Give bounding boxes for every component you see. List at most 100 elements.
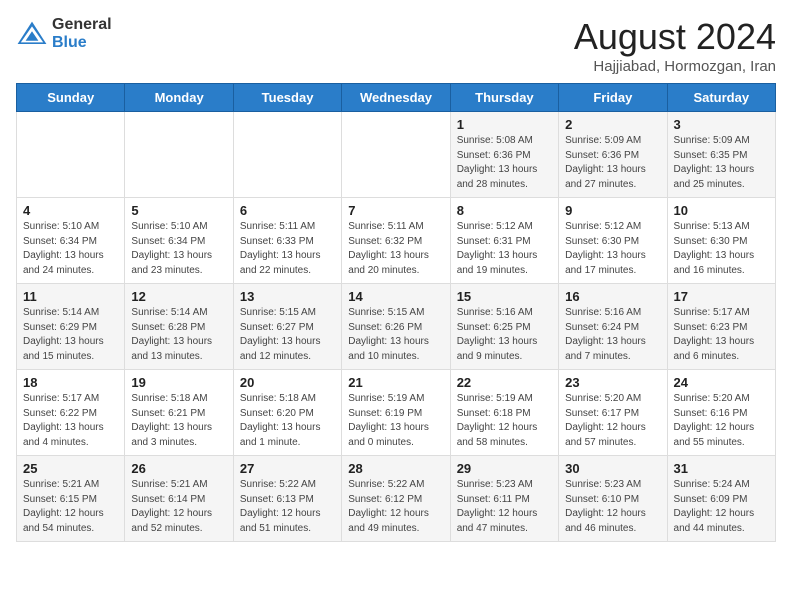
- day-info: Sunrise: 5:21 AMSunset: 6:14 PMDaylight:…: [131, 478, 227, 536]
- day-number: 25: [23, 461, 119, 476]
- day-number: 20: [240, 375, 336, 390]
- calendar-cell: 29 Sunrise: 5:23 AMSunset: 6:11 PMDayligh…: [450, 456, 558, 542]
- day-number: 14: [348, 289, 444, 304]
- day-number: 2: [565, 117, 661, 132]
- calendar-cell: 5Sunrise: 5:10 AMSunset: 6:34 PMDaylight…: [125, 198, 233, 284]
- day-info: Sunrise: 5:18 AMSunset: 6:20 PMDaylight:…: [240, 392, 336, 450]
- day-number: 15: [457, 289, 553, 304]
- day-number: 1: [457, 117, 553, 132]
- day-number: 30: [565, 461, 661, 476]
- calendar-cell: 20 Sunrise: 5:18 AMSunset: 6:20 PMDayligh…: [233, 370, 341, 456]
- calendar-cell: 15 Sunrise: 5:16 AMSunset: 6:25 PMDayligh…: [450, 284, 558, 370]
- logo-icon: [16, 20, 48, 48]
- day-info: Sunrise: 5:18 AMSunset: 6:21 PMDaylight:…: [131, 392, 227, 450]
- day-number: 29: [457, 461, 553, 476]
- calendar-cell: 6 Sunrise: 5:11 AMSunset: 6:33 PMDaylight…: [233, 198, 341, 284]
- day-info: Sunrise: 5:19 AMSunset: 6:18 PMDaylight:…: [457, 392, 553, 450]
- day-info: Sunrise: 5:13 AMSunset: 6:30 PMDaylight:…: [674, 220, 770, 278]
- day-header-friday: Friday: [559, 84, 667, 112]
- day-info: Sunrise: 5:12 AMSunset: 6:30 PMDaylight:…: [565, 220, 661, 278]
- day-number: 8: [457, 203, 553, 218]
- logo-general-text: General: [52, 16, 112, 34]
- day-info: Sunrise: 5:15 AMSunset: 6:27 PMDaylight:…: [240, 306, 336, 364]
- month-title: August 2024: [574, 16, 776, 58]
- day-info: Sunrise: 5:20 AMSunset: 6:16 PMDaylight:…: [674, 392, 770, 450]
- calendar-week-2: 4 Sunrise: 5:10 AMSunset: 6:34 PMDaylight…: [17, 198, 776, 284]
- calendar-cell: 3 Sunrise: 5:09 AMSunset: 6:35 PMDaylight…: [667, 112, 775, 198]
- calendar-cell: 8Sunrise: 5:12 AMSunset: 6:31 PMDaylight…: [450, 198, 558, 284]
- calendar-cell: [233, 112, 341, 198]
- calendar-cell: 13 Sunrise: 5:15 AMSunset: 6:27 PMDayligh…: [233, 284, 341, 370]
- day-info: Sunrise: 5:11 AMSunset: 6:33 PMDaylight:…: [240, 220, 336, 278]
- day-info: Sunrise: 5:16 AMSunset: 6:24 PMDaylight:…: [565, 306, 661, 364]
- day-header-sunday: Sunday: [17, 84, 125, 112]
- day-number: 13: [240, 289, 336, 304]
- calendar-cell: 22 Sunrise: 5:19 AMSunset: 6:18 PMDayligh…: [450, 370, 558, 456]
- calendar-week-3: 11Sunrise: 5:14 AMSunset: 6:29 PMDayligh…: [17, 284, 776, 370]
- calendar-table: SundayMondayTuesdayWednesdayThursdayFrid…: [16, 83, 776, 542]
- day-header-wednesday: Wednesday: [342, 84, 450, 112]
- calendar-cell: 28Sunrise: 5:22 AMSunset: 6:12 PMDayligh…: [342, 456, 450, 542]
- day-info: Sunrise: 5:14 AMSunset: 6:28 PMDaylight:…: [131, 306, 227, 364]
- day-number: 16: [565, 289, 661, 304]
- day-number: 22: [457, 375, 553, 390]
- page-header: General Blue August 2024 Hajjiabad, Horm…: [16, 16, 776, 75]
- calendar-cell: [342, 112, 450, 198]
- day-number: 10: [674, 203, 770, 218]
- day-info: Sunrise: 5:22 AMSunset: 6:13 PMDaylight:…: [240, 478, 336, 536]
- day-number: 19: [131, 375, 227, 390]
- day-number: 18: [23, 375, 119, 390]
- day-header-monday: Monday: [125, 84, 233, 112]
- day-info: Sunrise: 5:22 AMSunset: 6:12 PMDaylight:…: [348, 478, 444, 536]
- day-number: 26: [131, 461, 227, 476]
- day-info: Sunrise: 5:24 AMSunset: 6:09 PMDaylight:…: [674, 478, 770, 536]
- day-info: Sunrise: 5:17 AMSunset: 6:22 PMDaylight:…: [23, 392, 119, 450]
- day-number: 21: [348, 375, 444, 390]
- calendar-cell: 1Sunrise: 5:08 AMSunset: 6:36 PMDaylight…: [450, 112, 558, 198]
- calendar-cell: 14 Sunrise: 5:15 AMSunset: 6:26 PMDayligh…: [342, 284, 450, 370]
- day-info: Sunrise: 5:19 AMSunset: 6:19 PMDaylight:…: [348, 392, 444, 450]
- day-info: Sunrise: 5:09 AMSunset: 6:36 PMDaylight:…: [565, 134, 661, 192]
- calendar-cell: 9Sunrise: 5:12 AMSunset: 6:30 PMDaylight…: [559, 198, 667, 284]
- day-info: Sunrise: 5:17 AMSunset: 6:23 PMDaylight:…: [674, 306, 770, 364]
- day-info: Sunrise: 5:15 AMSunset: 6:26 PMDaylight:…: [348, 306, 444, 364]
- day-header-saturday: Saturday: [667, 84, 775, 112]
- calendar-cell: 25 Sunrise: 5:21 AMSunset: 6:15 PMDayligh…: [17, 456, 125, 542]
- day-number: 24: [674, 375, 770, 390]
- day-info: Sunrise: 5:10 AMSunset: 6:34 PMDaylight:…: [23, 220, 119, 278]
- calendar-cell: [125, 112, 233, 198]
- day-number: 23: [565, 375, 661, 390]
- calendar-cell: 17 Sunrise: 5:17 AMSunset: 6:23 PMDayligh…: [667, 284, 775, 370]
- calendar-cell: 31Sunrise: 5:24 AMSunset: 6:09 PMDayligh…: [667, 456, 775, 542]
- day-info: Sunrise: 5:23 AMSunset: 6:10 PMDaylight:…: [565, 478, 661, 536]
- calendar-cell: 16 Sunrise: 5:16 AMSunset: 6:24 PMDayligh…: [559, 284, 667, 370]
- day-number: 3: [674, 117, 770, 132]
- day-number: 17: [674, 289, 770, 304]
- calendar-header: SundayMondayTuesdayWednesdayThursdayFrid…: [17, 84, 776, 112]
- day-info: Sunrise: 5:11 AMSunset: 6:32 PMDaylight:…: [348, 220, 444, 278]
- calendar-cell: 2 Sunrise: 5:09 AMSunset: 6:36 PMDaylight…: [559, 112, 667, 198]
- day-info: Sunrise: 5:09 AMSunset: 6:35 PMDaylight:…: [674, 134, 770, 192]
- day-info: Sunrise: 5:21 AMSunset: 6:15 PMDaylight:…: [23, 478, 119, 536]
- day-number: 5: [131, 203, 227, 218]
- day-info: Sunrise: 5:16 AMSunset: 6:25 PMDaylight:…: [457, 306, 553, 364]
- location-subtitle: Hajjiabad, Hormozgan, Iran: [574, 58, 776, 75]
- calendar-cell: 21 Sunrise: 5:19 AMSunset: 6:19 PMDayligh…: [342, 370, 450, 456]
- calendar-cell: 4 Sunrise: 5:10 AMSunset: 6:34 PMDaylight…: [17, 198, 125, 284]
- calendar-cell: [17, 112, 125, 198]
- day-number: 4: [23, 203, 119, 218]
- day-header-thursday: Thursday: [450, 84, 558, 112]
- day-info: Sunrise: 5:23 AMSunset: 6:11 PMDaylight:…: [457, 478, 553, 536]
- calendar-week-5: 25 Sunrise: 5:21 AMSunset: 6:15 PMDayligh…: [17, 456, 776, 542]
- day-number: 6: [240, 203, 336, 218]
- calendar-week-1: 1Sunrise: 5:08 AMSunset: 6:36 PMDaylight…: [17, 112, 776, 198]
- day-info: Sunrise: 5:20 AMSunset: 6:17 PMDaylight:…: [565, 392, 661, 450]
- day-number: 11: [23, 289, 119, 304]
- calendar-cell: 19 Sunrise: 5:18 AMSunset: 6:21 PMDayligh…: [125, 370, 233, 456]
- calendar-cell: 23 Sunrise: 5:20 AMSunset: 6:17 PMDayligh…: [559, 370, 667, 456]
- day-header-tuesday: Tuesday: [233, 84, 341, 112]
- calendar-cell: 24 Sunrise: 5:20 AMSunset: 6:16 PMDayligh…: [667, 370, 775, 456]
- logo-text: General Blue: [52, 16, 112, 51]
- title-area: August 2024 Hajjiabad, Hormozgan, Iran: [574, 16, 776, 75]
- calendar-cell: 10 Sunrise: 5:13 AMSunset: 6:30 PMDayligh…: [667, 198, 775, 284]
